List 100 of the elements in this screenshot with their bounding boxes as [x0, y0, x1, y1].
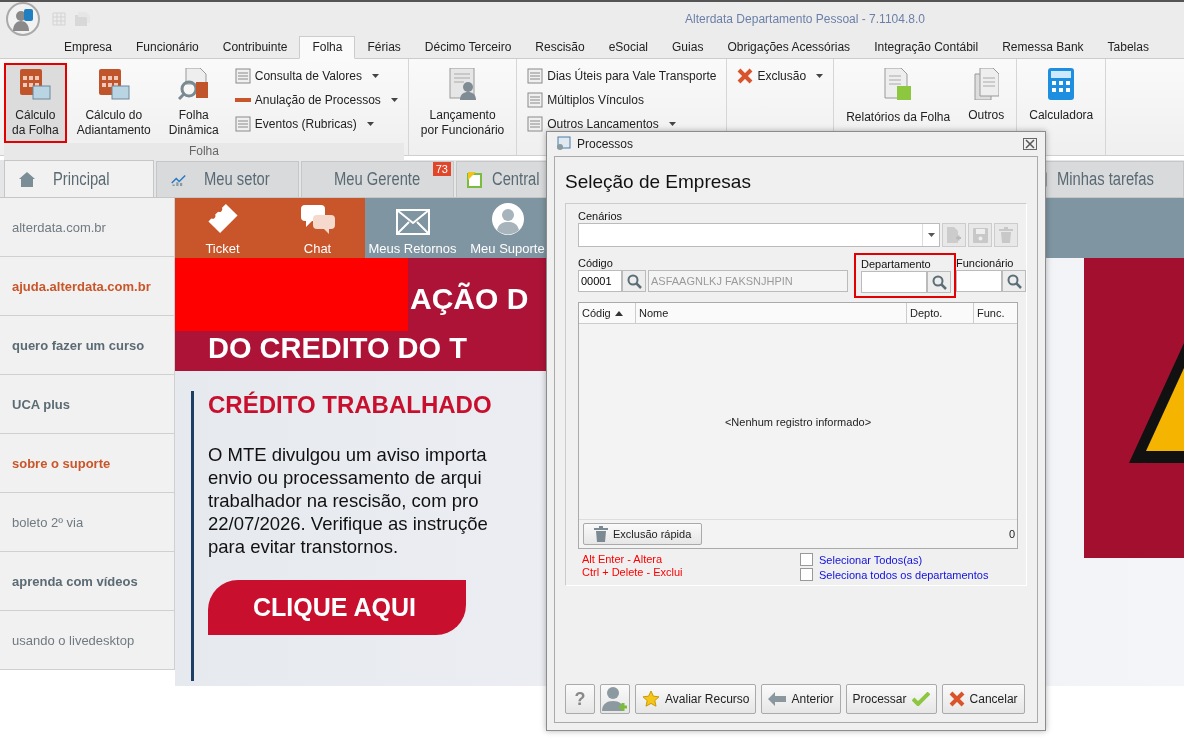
ribbon-tab[interactable]: Integração Contábil [862, 37, 991, 58]
record-count: 0 [1008, 528, 1015, 540]
field-label: Funcionário [956, 257, 1015, 269]
add-user-button[interactable] [600, 684, 630, 714]
caret-icon [390, 98, 398, 102]
ribbon-button[interactable]: Exclusão [735, 65, 826, 87]
add-user-icon [602, 686, 628, 712]
ribbon-tab[interactable]: Contribuinte [210, 37, 300, 58]
ribbon-tab[interactable]: eSocial [596, 37, 661, 58]
column-header[interactable]: Depto. [907, 303, 974, 323]
back-button[interactable]: Anterior [761, 684, 841, 714]
ribbon-button[interactable]: Cálculo da Folha [6, 65, 65, 141]
ribbon-button[interactable]: Cálculo do Adiantamento [70, 65, 157, 141]
search-icon[interactable] [1002, 270, 1026, 292]
calculator-icon [19, 68, 52, 100]
app-window-icon [555, 136, 571, 152]
dialog-title: Processos [577, 137, 634, 151]
chat-icon [300, 205, 335, 235]
field-label: Departamento [861, 258, 932, 270]
department-field[interactable] [861, 271, 927, 293]
documents-icon [973, 68, 1000, 100]
cta-button[interactable]: CLIQUE AQUI [208, 580, 466, 635]
banner-headline: DO CREDITO DO T [207, 331, 468, 365]
arrow-left-icon [768, 692, 787, 706]
ribbon-button[interactable]: Dias Úteis para Vale Transporte [525, 65, 719, 87]
column-header[interactable]: Códig [579, 303, 636, 323]
checkbox-label[interactable]: Seleciona todos os departamentos [819, 568, 989, 581]
ribbon-button[interactable]: Anulação de Processos [232, 89, 400, 111]
report-icon [883, 68, 914, 102]
calculator-icon [1048, 68, 1075, 100]
rate-button[interactable]: Avaliar Recurso [635, 684, 757, 714]
column-header[interactable]: Func. [974, 303, 1017, 323]
code-field[interactable]: 00001 [578, 270, 622, 292]
avatar-icon [491, 203, 524, 235]
scenario-dropdown[interactable] [578, 223, 940, 247]
caret-icon [366, 122, 374, 126]
sidebar-link[interactable]: aprenda com vídeos [0, 552, 174, 611]
ribbon-button[interactable]: Folha Dinâmica [162, 65, 225, 141]
ribbon-tab[interactable]: Obrigações Acessórias [715, 37, 863, 58]
employee-field[interactable] [956, 270, 1002, 292]
ribbon-button[interactable]: Lançamento por Funcionário [414, 65, 511, 141]
ribbon-button[interactable]: Múltiplos Vínculos [525, 89, 719, 111]
home-tab[interactable]: Meu Gerente 73 [301, 161, 454, 197]
ribbon-tab[interactable]: Empresa [52, 37, 125, 58]
ribbon-button[interactable]: Relatórios da Folha [840, 65, 957, 128]
ribbon-button[interactable]: Calculadora [1023, 65, 1100, 126]
checkmark-icon [911, 692, 930, 706]
ribbon-button[interactable]: Outros [962, 65, 1011, 126]
ribbon-tab[interactable]: Décimo Terceiro [412, 37, 524, 58]
search-icon[interactable] [927, 271, 951, 293]
note-icon [467, 171, 484, 188]
save-icon[interactable] [968, 223, 992, 247]
home-tab[interactable]: Principal [4, 160, 154, 197]
ribbon-tab[interactable]: Férias [355, 37, 413, 58]
sidebar-link[interactable]: UCA plus [0, 375, 174, 434]
ribbon-button[interactable]: Outros Lancamentos [525, 113, 719, 135]
close-icon[interactable] [1023, 138, 1037, 150]
home-icon [19, 171, 35, 187]
column-header[interactable]: Nome [636, 303, 907, 323]
cancel-button[interactable]: Cancelar [941, 684, 1025, 714]
app-menu-button[interactable] [6, 2, 40, 36]
ribbon-button[interactable]: Eventos (Rubricas) [232, 113, 400, 135]
envelope-icon [395, 209, 430, 235]
checkbox[interactable] [800, 568, 813, 581]
sidebar-link[interactable]: boleto 2º via [0, 493, 174, 552]
shortcut-button[interactable]: Ticket [175, 198, 270, 258]
process-button[interactable]: Processar [845, 684, 937, 714]
ribbon-tab[interactable]: Guias [660, 37, 716, 58]
ribbon-button[interactable]: Consulta de Valores [232, 65, 400, 87]
shortcut-hint: Ctrl + Delete - Exclui [582, 566, 684, 578]
sidebar-link[interactable]: quero fazer um curso [0, 316, 174, 375]
checkbox[interactable] [800, 553, 813, 566]
ribbon-tab[interactable]: Funcionário [124, 37, 211, 58]
home-tab[interactable]: Meu setor [156, 161, 299, 197]
quick-delete-button[interactable]: Exclusão rápida [583, 523, 703, 545]
person-document-icon [447, 68, 478, 100]
count-badge: 73 [432, 162, 451, 176]
calculator-icon [97, 68, 130, 100]
shortcut-hint: Alt Enter - Altera [582, 553, 664, 565]
sidebar-link[interactable]: ajuda.alterdata.com.br [0, 257, 174, 316]
checkbox-label[interactable]: Selecionar Todos(as) [819, 553, 923, 566]
caret-icon [371, 74, 379, 78]
shortcut-button[interactable]: Chat [270, 198, 365, 258]
banner-text: O MTE divulgou um aviso importa envio ou processamento de arqui trabalhador na rescisão, com pro 22/07/2026. Verifique as instruçõe para evitar transtornos. [208, 443, 488, 558]
dialog-heading: Seleção de Empresas [565, 171, 752, 193]
empty-message: <Nenhum registro informado> [724, 415, 872, 428]
cross-icon [737, 68, 754, 84]
banner-title: CRÉDITO TRABALHADO [208, 391, 492, 419]
ribbon-tab[interactable]: Remessa Bank [990, 37, 1096, 58]
sidebar-link[interactable]: sobre o suporte [0, 434, 174, 493]
caret-icon [816, 74, 824, 78]
search-icon[interactable] [622, 270, 646, 292]
new-file-icon[interactable] [942, 223, 966, 247]
ribbon-tab[interactable]: Tabelas [1095, 37, 1161, 58]
group-label: Folha [4, 143, 404, 161]
caret-icon [927, 233, 935, 237]
sidebar-link[interactable]: alterdata.com.br [0, 198, 174, 257]
sidebar-link[interactable]: usando o livedesktop [0, 611, 174, 670]
ribbon-tab[interactable]: Rescisão [523, 37, 597, 58]
ribbon-tab[interactable]: Folha [299, 36, 356, 59]
